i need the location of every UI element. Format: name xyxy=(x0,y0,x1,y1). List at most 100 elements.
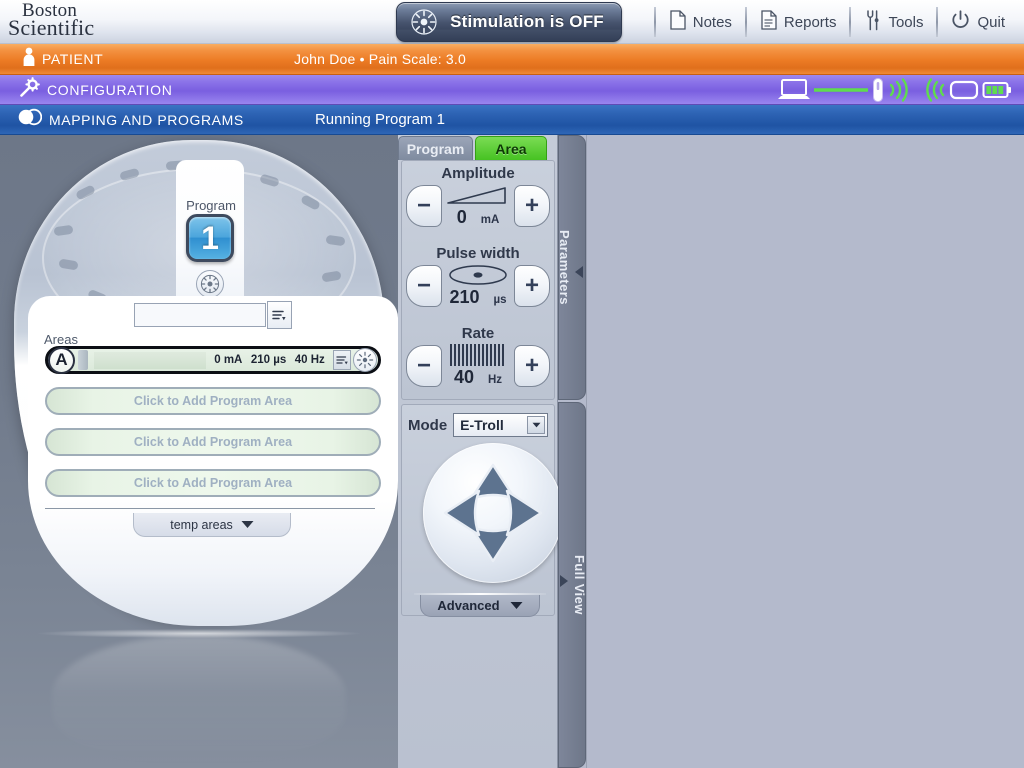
stimulation-status-label: Stimulation is OFF xyxy=(450,12,604,31)
nav-item-tools[interactable]: Tools xyxy=(851,0,936,44)
pulsewidth-unit: µs xyxy=(493,294,507,306)
sunburst-icon[interactable] xyxy=(353,348,377,372)
temp-areas-dropdown[interactable]: temp areas xyxy=(133,513,291,537)
pulsewidth-increase-button[interactable]: + xyxy=(514,265,550,307)
mode-label: Mode xyxy=(408,416,448,434)
signal-waves-icon xyxy=(888,77,910,108)
mapping-programs-bar[interactable]: MAPPING AND PROGRAMS Running Program 1 xyxy=(0,105,1024,135)
chevron-down-icon xyxy=(241,518,254,532)
add-program-area-slot-1[interactable]: Click to Add Program Area xyxy=(45,387,381,415)
nav-label-tools: Tools xyxy=(888,13,924,31)
sidetab-parameters-label: Parameters xyxy=(557,230,572,305)
expand-right-icon xyxy=(557,574,572,588)
patient-bar[interactable]: PATIENT John Doe • Pain Scale: 3.0 xyxy=(0,44,1024,75)
ipg-device-icon xyxy=(949,77,979,108)
chevron-down-icon xyxy=(510,598,523,613)
mode-panel: Mode E-Troll Advanced xyxy=(401,404,563,617)
list-menu-icon[interactable] xyxy=(333,350,351,370)
ellipse-pulse-icon xyxy=(442,264,514,286)
report-document-icon xyxy=(760,10,777,34)
tab-area-label: Area xyxy=(495,140,527,157)
program-number: 1 xyxy=(201,219,219,256)
plus-icon: + xyxy=(524,192,539,219)
rate-increase-button[interactable]: + xyxy=(514,345,550,387)
collapse-left-icon xyxy=(572,265,587,279)
areas-label: Areas xyxy=(44,332,78,347)
nav-label-notes: Notes xyxy=(692,13,732,31)
stimulation-status-button[interactable]: Stimulation is OFF xyxy=(396,2,622,42)
amplitude-readout: 0 mA xyxy=(442,184,514,228)
rate-unit: Hz xyxy=(487,374,503,386)
torso-graphic[interactable]: Program 1 Areas A 0 mA 210 µs 40 Hz Clic… xyxy=(14,140,398,626)
mode-select[interactable]: E-Troll xyxy=(453,413,548,437)
tab-area[interactable]: Area xyxy=(475,136,547,160)
signal-waves-left-icon xyxy=(924,77,946,108)
rate-title: Rate xyxy=(461,325,495,342)
battery-icon xyxy=(982,77,1012,108)
stimulation-parameters-group: Amplitude − 0 mA + Pulse width − 210 µs … xyxy=(401,160,555,400)
top-navigation: Notes Reports Tools Quit xyxy=(653,0,1018,44)
gear-wand-icon xyxy=(20,77,40,102)
plus-icon: + xyxy=(524,352,539,379)
ramp-icon xyxy=(442,184,514,206)
top-header-bar: Boston Scientific Stimulation is OFF Not… xyxy=(0,0,1024,44)
amplitude-title: Amplitude xyxy=(441,165,515,182)
plus-icon: + xyxy=(524,272,539,299)
power-icon xyxy=(951,10,970,34)
sunburst-icon xyxy=(411,9,437,35)
full-view-pane xyxy=(586,135,1024,768)
telemetry-status xyxy=(777,77,1012,108)
sidetab-full-view[interactable]: Full View xyxy=(557,402,587,768)
nav-label-quit: Quit xyxy=(977,13,1005,31)
program-name-input[interactable] xyxy=(134,303,266,327)
area-level-bar xyxy=(94,351,206,369)
body-mapping-stage: Program 1 Areas A 0 mA 210 µs 40 Hz Clic… xyxy=(0,135,398,768)
pulsewidth-decrease-button[interactable]: − xyxy=(406,265,442,307)
add-slot-label: Click to Add Program Area xyxy=(133,394,293,408)
list-menu-icon[interactable] xyxy=(267,301,292,329)
application-window: Boston Scientific Stimulation is OFF Not… xyxy=(0,0,1024,768)
arrow-left-icon xyxy=(443,489,481,537)
area-rate-value: 40 Hz xyxy=(294,354,325,366)
area-drag-handle[interactable] xyxy=(78,350,88,370)
sunburst-icon[interactable] xyxy=(196,270,224,298)
nav-item-notes[interactable]: Notes xyxy=(656,0,745,44)
tab-program[interactable]: Program xyxy=(398,136,473,160)
temp-areas-label: temp areas xyxy=(170,517,233,532)
area-letter: A xyxy=(48,346,75,374)
nav-item-quit[interactable]: Quit xyxy=(938,0,1018,44)
sidetab-parameters[interactable]: Parameters xyxy=(557,135,587,400)
logo-line-2: Scientific xyxy=(8,15,95,40)
add-program-area-slot-3[interactable]: Click to Add Program Area xyxy=(45,469,381,497)
rate-readout: 40 Hz xyxy=(442,344,514,388)
add-slot-label: Click to Add Program Area xyxy=(133,476,293,490)
nav-item-reports[interactable]: Reports xyxy=(747,0,850,44)
tools-icon xyxy=(864,9,881,35)
rate-group: Rate − 40 Hz + xyxy=(402,321,554,401)
boston-scientific-logo: Boston Scientific xyxy=(8,1,94,39)
rate-decrease-button[interactable]: − xyxy=(406,345,442,387)
divider-line xyxy=(45,508,375,509)
pulsewidth-readout: 210 µs xyxy=(442,264,514,308)
add-program-area-slot-2[interactable]: Click to Add Program Area xyxy=(45,428,381,456)
program-number-badge[interactable]: 1 xyxy=(186,214,234,262)
configuration-bar[interactable]: CONFIGURATION xyxy=(0,75,1024,105)
area-amplitude-value: 0 mA xyxy=(214,354,243,366)
area-row-a[interactable]: A 0 mA 210 µs 40 Hz xyxy=(45,346,381,374)
minus-icon: − xyxy=(416,352,431,379)
torso-reflection xyxy=(52,635,346,765)
add-slot-label: Click to Add Program Area xyxy=(133,435,293,449)
area-pulsewidth-value: 210 µs xyxy=(250,354,287,366)
minus-icon: − xyxy=(416,192,431,219)
area-values: 0 mA 210 µs 40 Hz xyxy=(206,354,333,366)
telemetry-wand-icon xyxy=(871,77,885,108)
amplitude-value: 0 xyxy=(456,207,467,227)
amplitude-increase-button[interactable]: + xyxy=(514,185,550,227)
chevron-down-icon[interactable] xyxy=(527,416,545,434)
rate-bars-icon xyxy=(442,344,514,366)
navigation-dpad[interactable] xyxy=(423,443,563,583)
panel-tabs: Program Area xyxy=(398,136,547,160)
amplitude-decrease-button[interactable]: − xyxy=(406,185,442,227)
note-page-icon xyxy=(669,10,686,34)
advanced-button[interactable]: Advanced xyxy=(420,595,540,617)
